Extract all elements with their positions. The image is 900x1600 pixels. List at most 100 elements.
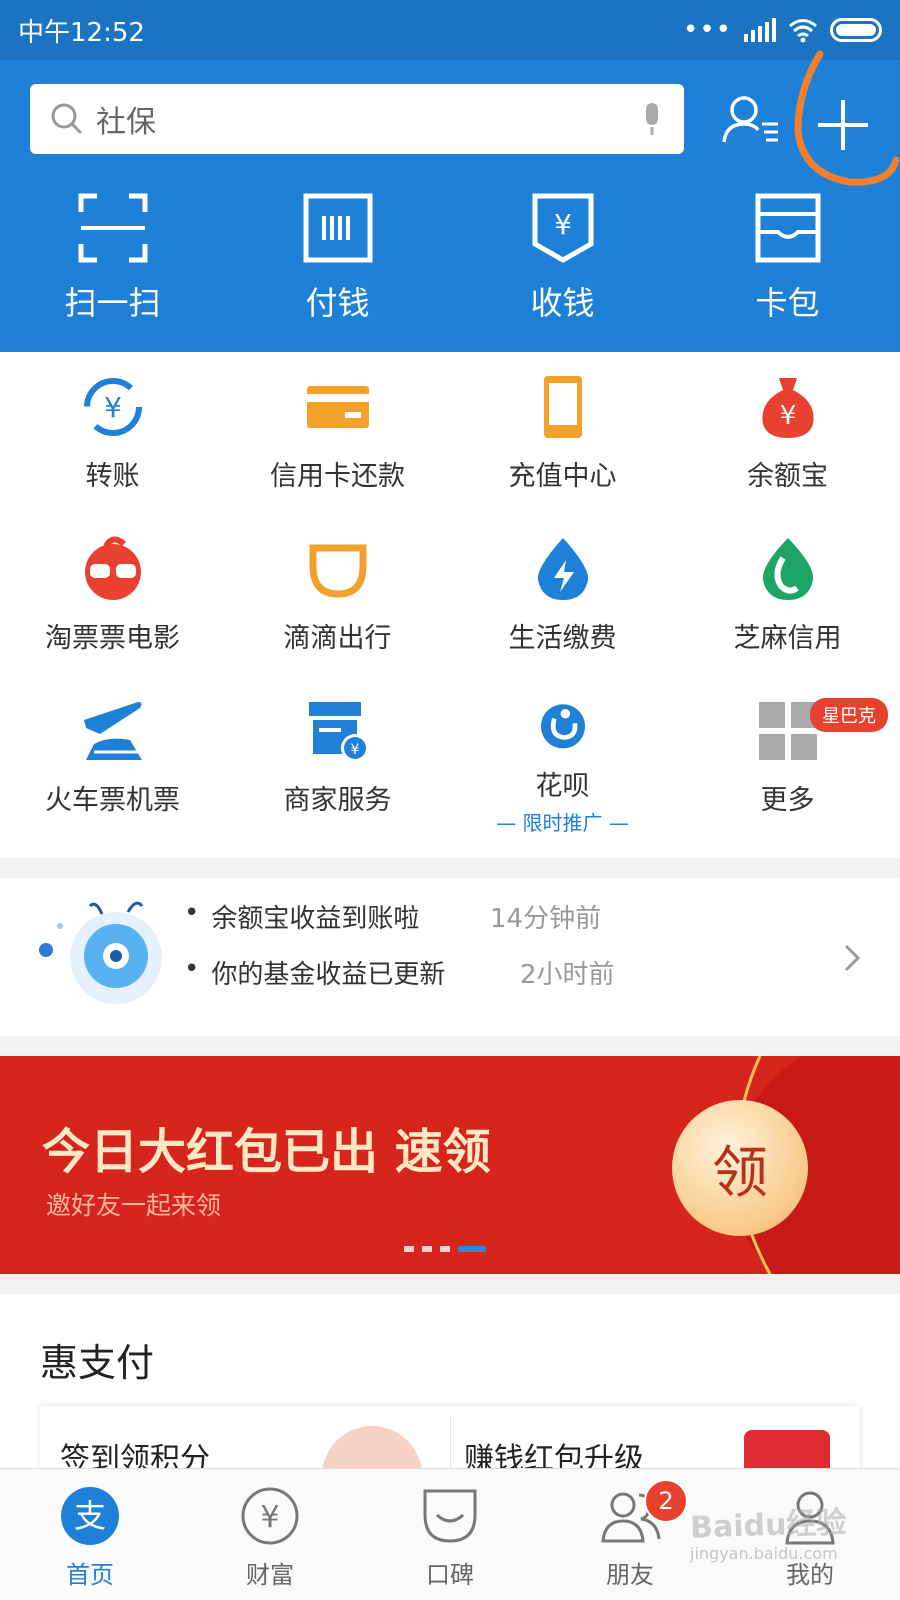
svg-text:¥: ¥ (350, 742, 359, 758)
grid-item-recharge[interactable]: 充值中心 (450, 352, 675, 512)
notification-dots: ••• (682, 15, 732, 45)
unread-badge: 2 (644, 1479, 688, 1523)
tab-label: 财富 (246, 1561, 294, 1589)
promo-sublabel: — 限时推广 — (496, 811, 629, 835)
transfer-icon: ¥ (83, 378, 142, 436)
didi-icon (309, 544, 366, 598)
lightning-drop-icon (537, 538, 588, 600)
grid-item-credit-card[interactable]: 信用卡还款 (225, 352, 450, 512)
alipay-home-icon: 支 (61, 1487, 119, 1545)
receive-button[interactable]: ¥ 收钱 (450, 192, 675, 342)
tab-koubei[interactable]: 口碑 (360, 1469, 540, 1600)
notice-text: 余额宝收益到账啦 (211, 904, 420, 934)
carousel-dot (440, 1246, 450, 1252)
grid-item-didi[interactable]: 滴滴出行 (225, 514, 450, 674)
svg-text:¥: ¥ (104, 391, 122, 424)
tab-wealth[interactable]: ¥ 财富 (180, 1469, 360, 1600)
credit-card-icon (306, 386, 369, 428)
carousel-indicator (404, 1246, 486, 1252)
quick-label: 付钱 (305, 284, 370, 322)
grid-label: 转账 (85, 461, 140, 492)
plane-train-icon (83, 702, 142, 760)
service-grid: ¥ 转账 信用卡还款 充值中心 ¥ 余额宝 淘票票电影 滴滴出行 生活缴费 芝麻… (0, 352, 900, 858)
phone-recharge-icon (543, 376, 582, 438)
grid-item-movie[interactable]: 淘票票电影 (0, 514, 225, 674)
tab-home[interactable]: 支 首页 (0, 1469, 180, 1600)
signal-icon (744, 18, 776, 42)
carousel-dot (422, 1246, 432, 1252)
quick-actions: 扫一扫 付钱 ¥ 收钱 卡包 (0, 192, 900, 342)
promo-banner[interactable]: 今日大红包已出 速领 邀好友一起来领 领 (0, 1056, 900, 1274)
add-button[interactable] (808, 90, 878, 160)
search-input[interactable]: 社保 (30, 84, 684, 154)
svg-text:支: 支 (74, 1497, 106, 1535)
banner-subtitle: 邀好友一起来领 (46, 1191, 222, 1220)
receive-money-icon: ¥ (532, 193, 593, 263)
glasses-icon (84, 536, 141, 600)
carousel-dot (404, 1246, 414, 1252)
tab-label: 口碑 (426, 1561, 474, 1589)
section-title: 惠支付 (40, 1341, 155, 1385)
grid-label: 生活缴费 (508, 623, 617, 654)
header: 社保 扫一扫 付钱 ¥ 收钱 卡包 (0, 50, 900, 352)
notification-panel[interactable]: • 余额宝收益到账啦 14分钟前 • 你的基金收益已更新 2小时前 (0, 878, 900, 1036)
grid-item-tickets[interactable]: 火车票机票 (0, 676, 225, 836)
tab-label: 朋友 (606, 1561, 654, 1589)
grid-label: 余额宝 (747, 461, 828, 492)
sesame-icon (762, 538, 813, 600)
contacts-icon[interactable] (722, 94, 782, 148)
status-time: 中午12:52 (18, 17, 145, 48)
alipay-home-screen: 中午12:52 ••• 社保 扫一扫 付钱 ¥ 收钱 卡包 ¥ 转账 信用卡还款… (0, 0, 900, 1600)
scan-icon (78, 193, 147, 263)
search-placeholder: 社保 (96, 105, 156, 140)
pay-button[interactable]: 付钱 (225, 192, 450, 342)
scan-button[interactable]: 扫一扫 (0, 192, 225, 342)
notice-time: 14分钟前 (490, 904, 602, 934)
koubei-icon (423, 1489, 477, 1543)
pay-barcode-icon (303, 193, 372, 263)
search-icon (51, 103, 83, 135)
discount-pay-section: 惠支付 签到领积分 赚钱红包升级 (0, 1294, 900, 1526)
quick-label: 卡包 (755, 284, 820, 322)
watermark: Baidu经验 (689, 1505, 847, 1546)
wifi-icon (789, 19, 817, 43)
banner-title: 今日大红包已出 速领 (42, 1124, 491, 1180)
chevron-right-icon (844, 944, 861, 972)
grid-item-utilities[interactable]: 生活缴费 (450, 514, 675, 674)
grid-label: 火车票机票 (45, 785, 180, 816)
grid-item-yuebao[interactable]: ¥ 余额宝 (675, 352, 900, 512)
notice-text: 你的基金收益已更新 (211, 960, 446, 990)
grid-item-huabei[interactable]: 花呗 — 限时推广 — (450, 676, 675, 836)
grid-item-merchant[interactable]: ¥ 商家服务 (225, 676, 450, 836)
money-bag-icon: ¥ (761, 378, 814, 438)
card-wallet-icon (755, 193, 820, 263)
grid-label: 充值中心 (508, 461, 617, 492)
grid-label: 信用卡还款 (270, 461, 405, 492)
card-wallet-button[interactable]: 卡包 (675, 192, 900, 342)
grid-label: 淘票票电影 (45, 623, 180, 654)
battery-icon (830, 18, 882, 42)
more-badge: 星巴克 (810, 698, 888, 732)
status-bar: 中午12:52 ••• (0, 0, 900, 60)
grid-label: 更多 (760, 785, 815, 816)
wealth-icon: ¥ (241, 1487, 299, 1545)
carousel-dot-active (458, 1246, 486, 1252)
quick-label: 收钱 (530, 284, 595, 322)
grid-label: 滴滴出行 (283, 623, 392, 654)
svg-text:¥: ¥ (779, 401, 796, 431)
tab-label: 首页 (66, 1561, 114, 1589)
watermark-url: jingyan.baidu.com (690, 1544, 838, 1563)
notice-item: • 余额宝收益到账啦 (184, 898, 420, 934)
grid-item-transfer[interactable]: ¥ 转账 (0, 352, 225, 512)
notice-item: • 你的基金收益已更新 (184, 954, 446, 990)
quick-label: 扫一扫 (64, 284, 161, 322)
grid-item-sesame[interactable]: 芝麻信用 (675, 514, 900, 674)
claim-coin-button[interactable]: 领 (672, 1100, 808, 1236)
notice-time: 2小时前 (520, 960, 615, 990)
svg-text:¥: ¥ (260, 1500, 279, 1535)
grid-label: 商家服务 (283, 785, 392, 816)
svg-text:¥: ¥ (554, 208, 572, 241)
grid-label: 花呗 (535, 771, 590, 802)
microphone-icon[interactable] (640, 101, 664, 137)
grid-label: 芝麻信用 (733, 623, 842, 654)
